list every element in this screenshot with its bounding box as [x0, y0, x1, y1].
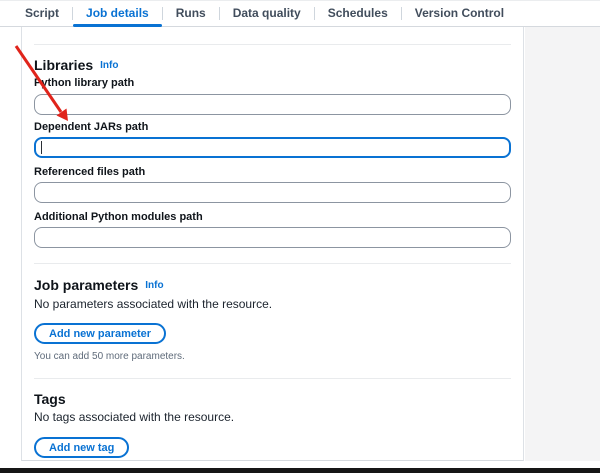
- job-parameters-title-text: Job parameters: [34, 277, 139, 293]
- libraries-info-link[interactable]: Info: [100, 60, 118, 71]
- tags-empty-text: No tags associated with the resource.: [34, 410, 235, 424]
- tab-schedules[interactable]: Schedules: [315, 1, 401, 27]
- section-divider: [34, 263, 511, 264]
- additional-python-modules-path-label: Additional Python modules path: [34, 211, 203, 223]
- tab-version-control[interactable]: Version Control: [402, 1, 517, 27]
- tab-job-details[interactable]: Job details: [73, 1, 162, 27]
- section-divider: [34, 378, 511, 379]
- additional-python-modules-path-input[interactable]: [34, 227, 511, 248]
- python-library-path-input[interactable]: [34, 94, 511, 115]
- libraries-title-text: Libraries: [34, 57, 94, 73]
- job-parameters-section-title: Job parameters Info: [34, 277, 164, 294]
- section-divider: [34, 44, 511, 45]
- job-parameters-hint-text: You can add 50 more parameters.: [34, 351, 185, 362]
- job-details-panel: Libraries Info Python library path Depend…: [21, 27, 524, 461]
- window-bottom-edge: [0, 468, 600, 473]
- referenced-files-path-input[interactable]: [34, 182, 511, 203]
- tags-title-text: Tags: [34, 391, 66, 407]
- tags-section-title: Tags: [34, 391, 66, 407]
- tab-script[interactable]: Script: [12, 1, 72, 27]
- referenced-files-path-label: Referenced files path: [34, 166, 146, 178]
- tab-data-quality[interactable]: Data quality: [220, 1, 314, 27]
- dependent-jars-path-input[interactable]: [34, 137, 511, 158]
- tab-bar: Script Job details Runs Data quality Sch…: [0, 0, 600, 27]
- tab-runs[interactable]: Runs: [163, 1, 219, 27]
- add-new-parameter-button[interactable]: Add new parameter: [34, 323, 167, 344]
- libraries-section-title: Libraries Info: [34, 57, 118, 74]
- text-cursor: [41, 141, 42, 154]
- job-parameters-info-link[interactable]: Info: [145, 280, 163, 291]
- job-parameters-empty-text: No parameters associated with the resour…: [34, 297, 273, 311]
- page-background-strip: [525, 27, 600, 461]
- python-library-path-label: Python library path: [34, 77, 135, 89]
- add-new-tag-button[interactable]: Add new tag: [34, 437, 130, 458]
- dependent-jars-path-label: Dependent JARs path: [34, 121, 149, 133]
